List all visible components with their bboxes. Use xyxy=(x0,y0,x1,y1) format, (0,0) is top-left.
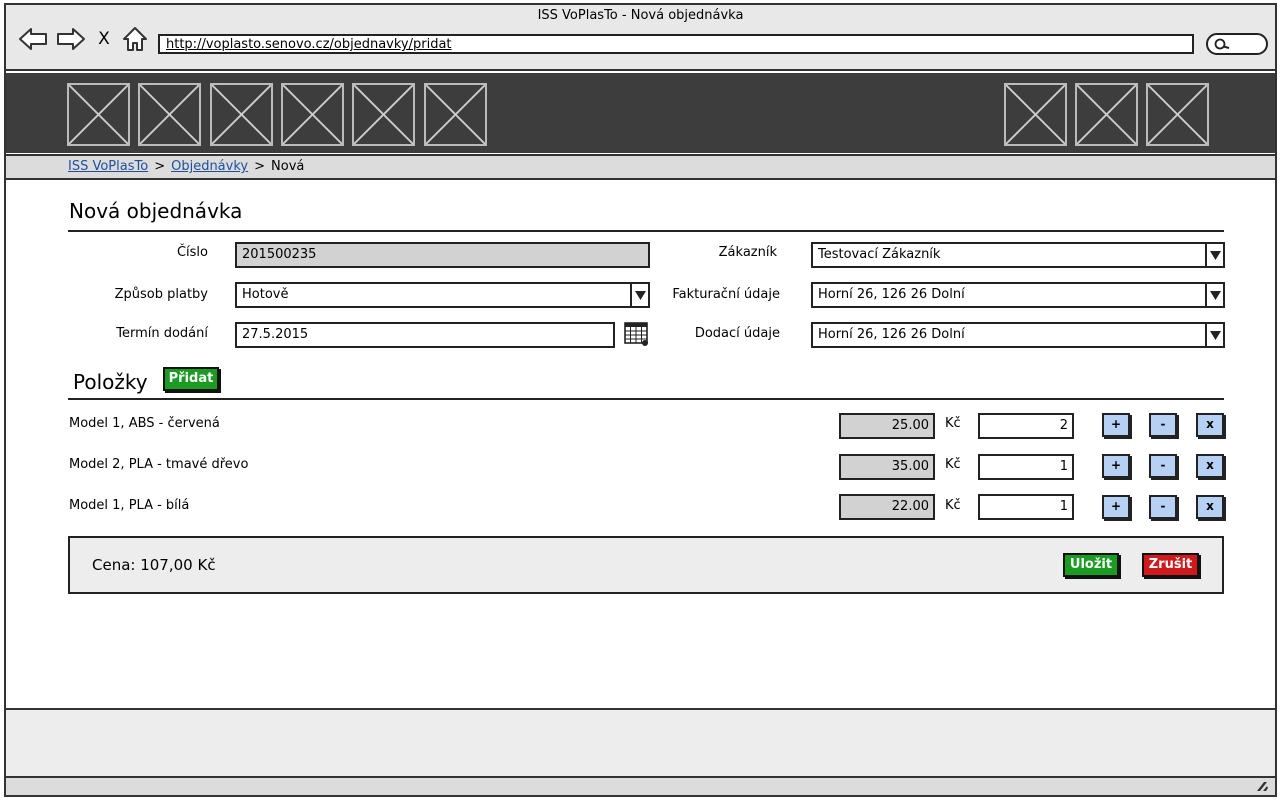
nav-image-placeholder[interactable] xyxy=(424,83,487,146)
remove-item-button[interactable]: x xyxy=(1196,413,1224,437)
dropdown-arrow-icon[interactable] xyxy=(1205,324,1223,346)
delivery-date-label: Termín dodání xyxy=(116,326,208,341)
payment-method-label: Způsob platby xyxy=(114,287,208,302)
decrease-quantity-button[interactable]: - xyxy=(1149,495,1177,519)
browser-search-field[interactable] xyxy=(1206,33,1268,55)
nav-image-placeholder[interactable] xyxy=(1075,83,1138,146)
item-name: Model 1, PLA - bílá xyxy=(69,498,190,513)
delivery-info-select[interactable]: Horní 26, 126 26 Dolní xyxy=(811,322,1225,348)
page-title: Nová objednávka xyxy=(69,199,243,223)
breadcrumb-link-home[interactable]: ISS VoPlasTo xyxy=(68,159,148,174)
browser-status-bar xyxy=(6,776,1275,795)
item-quantity-input[interactable]: 1 xyxy=(978,494,1074,520)
customer-label: Zákazník xyxy=(718,245,777,260)
order-summary-panel: Cena: 107,00 Kč Uložit Zrušit xyxy=(68,536,1224,594)
billing-info-select[interactable]: Horní 26, 126 26 Dolní xyxy=(811,282,1225,308)
item-name: Model 1, ABS - červená xyxy=(69,416,220,431)
browser-window: ISS VoPlasTo - Nová objednávka X http://… xyxy=(4,3,1277,797)
currency-label: Kč xyxy=(945,498,961,513)
billing-info-label: Fakturační údaje xyxy=(672,287,780,302)
item-price-field: 22.00 xyxy=(839,494,935,520)
order-total-price: Cena: 107,00 Kč xyxy=(92,556,216,574)
app-header xyxy=(6,73,1275,153)
dropdown-arrow-icon[interactable] xyxy=(1205,284,1223,306)
nav-image-placeholder[interactable] xyxy=(67,83,130,146)
save-button[interactable]: Uložit xyxy=(1063,553,1119,577)
increase-quantity-button[interactable]: + xyxy=(1102,413,1130,437)
payment-method-select[interactable]: Hotově xyxy=(235,282,650,308)
breadcrumb-separator: > xyxy=(154,159,166,174)
search-icon xyxy=(1214,38,1230,50)
window-title: ISS VoPlasTo - Nová objednávka xyxy=(537,8,744,23)
cancel-button[interactable]: Zrušit xyxy=(1142,553,1199,577)
billing-info-value: Horní 26, 126 26 Dolní xyxy=(818,287,965,302)
increase-quantity-button[interactable]: + xyxy=(1102,495,1130,519)
items-section-title: Položky xyxy=(73,370,148,394)
page-footer xyxy=(6,708,1275,776)
item-price-field: 25.00 xyxy=(839,413,935,439)
customer-value: Testovací Zákazník xyxy=(818,247,941,262)
order-number-field: 201500235 xyxy=(235,242,650,268)
address-bar[interactable]: http://voplasto.senovo.cz/objednavky/pri… xyxy=(158,34,1194,54)
nav-image-placeholder[interactable] xyxy=(138,83,201,146)
currency-label: Kč xyxy=(945,457,961,472)
payment-method-value: Hotově xyxy=(242,287,289,302)
nav-image-placeholder[interactable] xyxy=(1146,83,1209,146)
nav-image-placeholder[interactable] xyxy=(210,83,273,146)
resize-grip-icon[interactable] xyxy=(1255,780,1269,792)
nav-image-placeholder[interactable] xyxy=(1004,83,1067,146)
items-divider xyxy=(68,398,1224,400)
breadcrumb: ISS VoPlasTo > Objednávky > Nová xyxy=(6,154,1275,180)
remove-item-button[interactable]: x xyxy=(1196,454,1224,478)
browser-chrome: ISS VoPlasTo - Nová objednávka X http://… xyxy=(6,5,1275,71)
item-quantity-input[interactable]: 1 xyxy=(978,454,1074,480)
remove-item-button[interactable]: x xyxy=(1196,495,1224,519)
increase-quantity-button[interactable]: + xyxy=(1102,454,1130,478)
home-icon[interactable] xyxy=(120,25,150,53)
add-item-button[interactable]: Přidat xyxy=(163,367,219,391)
item-quantity-input[interactable]: 2 xyxy=(978,413,1074,439)
title-divider xyxy=(68,230,1224,232)
item-price-field: 35.00 xyxy=(839,454,935,480)
delivery-info-label: Dodací údaje xyxy=(694,326,780,341)
customer-select[interactable]: Testovací Zákazník xyxy=(811,242,1225,268)
back-arrow-icon[interactable] xyxy=(18,25,48,53)
breadcrumb-separator: > xyxy=(254,159,266,174)
breadcrumb-link-orders[interactable]: Objednávky xyxy=(171,159,248,174)
item-name: Model 2, PLA - tmavé dřevo xyxy=(69,457,249,472)
nav-image-placeholder[interactable] xyxy=(352,83,415,146)
currency-label: Kč xyxy=(945,416,961,431)
stop-x-icon[interactable]: X xyxy=(92,25,116,53)
decrease-quantity-button[interactable]: - xyxy=(1149,454,1177,478)
delivery-info-value: Horní 26, 126 26 Dolní xyxy=(818,327,965,342)
decrease-quantity-button[interactable]: - xyxy=(1149,413,1177,437)
breadcrumb-current: Nová xyxy=(271,159,305,174)
nav-image-placeholder[interactable] xyxy=(281,83,344,146)
order-number-label: Číslo xyxy=(176,245,208,260)
forward-arrow-icon[interactable] xyxy=(56,25,86,53)
dropdown-arrow-icon[interactable] xyxy=(1205,244,1223,266)
delivery-date-input[interactable]: 27.5.2015 xyxy=(235,322,615,348)
